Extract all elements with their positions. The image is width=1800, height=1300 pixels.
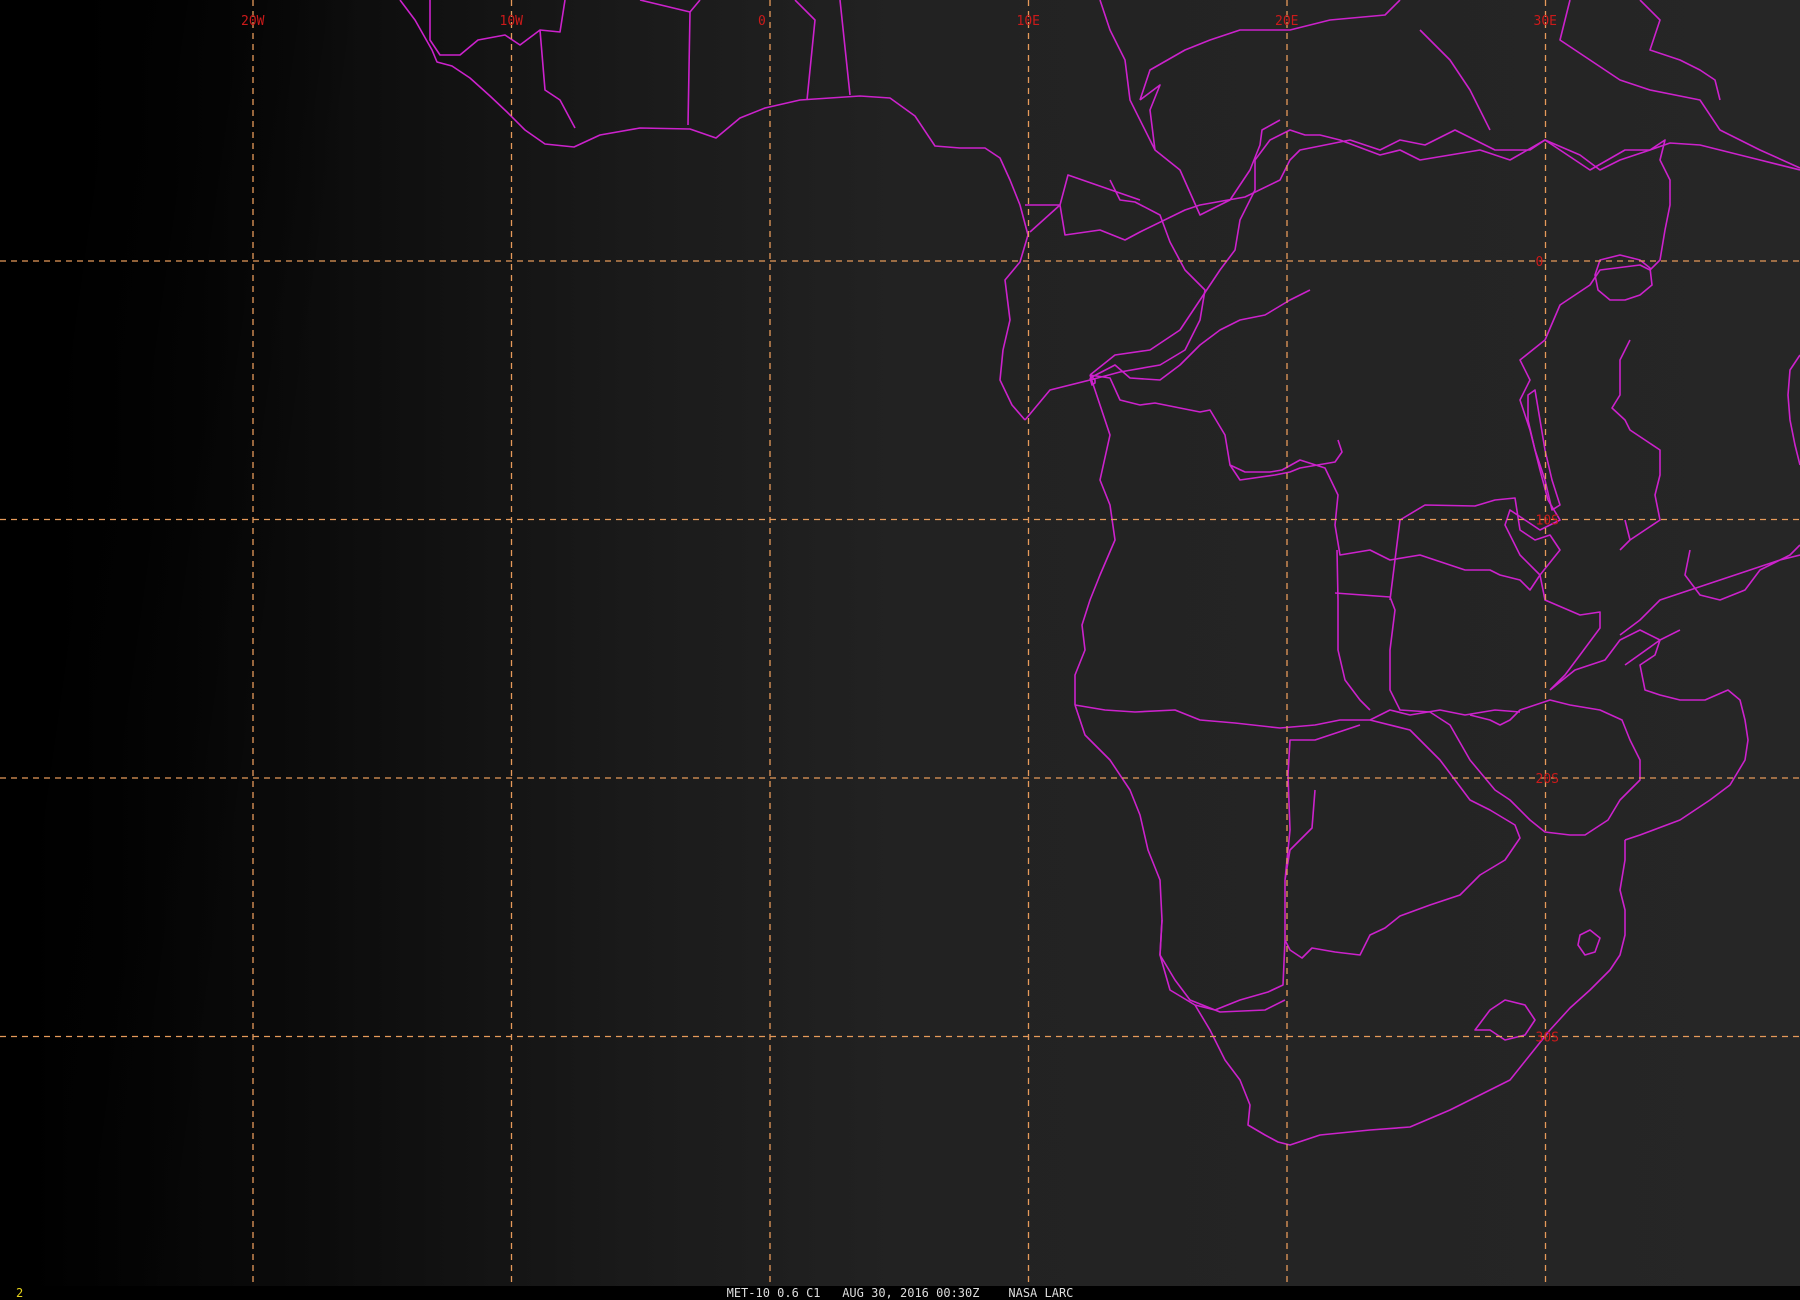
satellite-map: 20W 10W 0 10E 20E 30E 0 10S 20S 30S: [0, 0, 1800, 1286]
image-caption: MET-10 0.6 C1 AUG 30, 2016 00:30Z NASA L…: [726, 1286, 1074, 1300]
longitude-label: 30E: [1534, 14, 1557, 29]
latitude-label: 20S: [1536, 772, 1559, 787]
latitude-label: 30S: [1536, 1031, 1559, 1046]
earth-limb-shadow: [0, 0, 1800, 1286]
latitude-label: 10S: [1536, 514, 1559, 529]
longitude-label: 20E: [1275, 14, 1298, 29]
longitude-label: 0: [758, 14, 766, 29]
longitude-label: 10E: [1017, 14, 1040, 29]
longitude-label: 20W: [241, 14, 265, 29]
latitude-label: 0: [1536, 255, 1544, 270]
longitude-label: 10W: [500, 14, 524, 29]
